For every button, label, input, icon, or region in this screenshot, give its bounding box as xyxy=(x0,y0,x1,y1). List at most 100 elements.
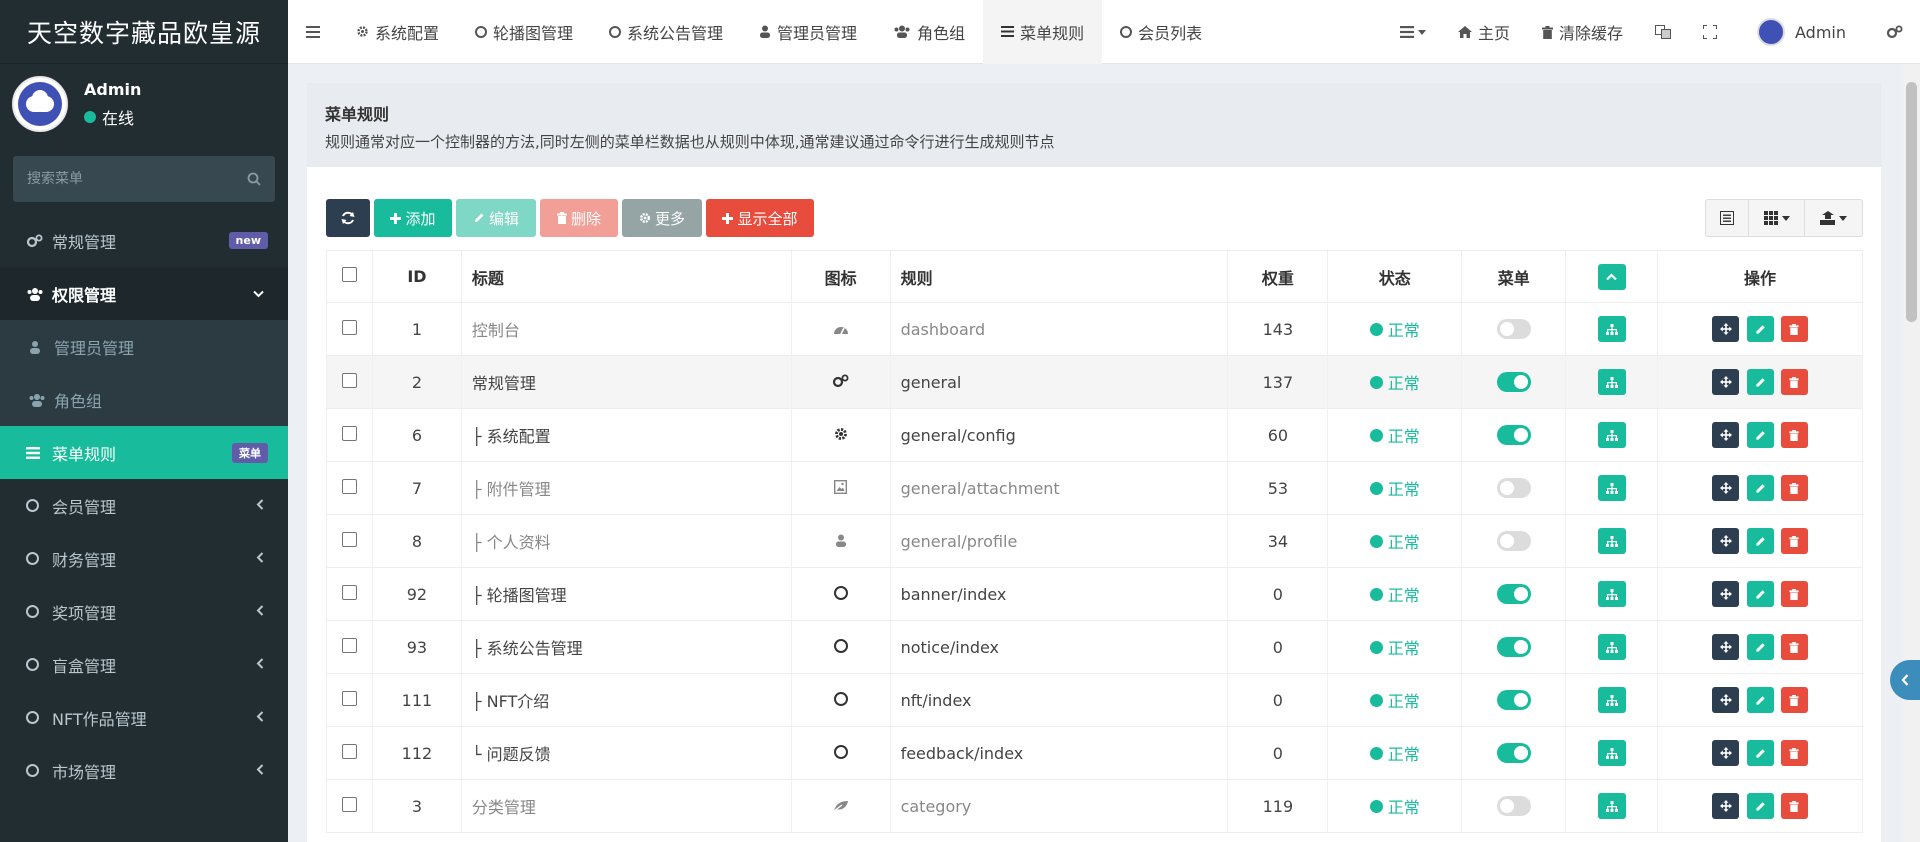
row-edit-button[interactable] xyxy=(1746,475,1774,501)
row-edit-button[interactable] xyxy=(1746,687,1774,713)
toggle-view-button[interactable] xyxy=(1705,199,1749,237)
sitemap-button[interactable] xyxy=(1597,634,1626,660)
menu-toggle[interactable] xyxy=(1496,372,1531,393)
sidebar-item-blindbox[interactable]: 盲盒管理 xyxy=(0,638,288,691)
sitemap-button[interactable] xyxy=(1597,581,1626,607)
row-checkbox[interactable] xyxy=(341,743,357,759)
row-edit-button[interactable] xyxy=(1746,369,1774,395)
table-row[interactable]: 111 ├ NFT介绍 nft/index 0 正常 xyxy=(326,673,1863,727)
sitemap-button[interactable] xyxy=(1597,687,1626,713)
home-link[interactable]: 主页 xyxy=(1442,0,1526,64)
menu-toggle[interactable] xyxy=(1496,796,1531,817)
edit-button[interactable]: 编辑 xyxy=(456,199,536,237)
table-row[interactable]: 3 分类管理 category 119 正常 xyxy=(326,779,1863,833)
sidebar-item-general[interactable]: 常规管理 new xyxy=(0,214,288,267)
tab-banner[interactable]: 轮播图管理 xyxy=(457,0,591,64)
row-checkbox[interactable] xyxy=(341,319,357,335)
sitemap-button[interactable] xyxy=(1597,528,1626,554)
table-row[interactable]: 112 └ 问题反馈 feedback/index 0 正常 xyxy=(326,726,1863,780)
table-row[interactable]: 93 ├ 系统公告管理 notice/index 0 正常 xyxy=(326,620,1863,674)
control-sidebar-toggle[interactable] xyxy=(1890,660,1920,700)
table-row[interactable]: 2 常规管理 general 137 正常 xyxy=(326,355,1863,409)
add-button[interactable]: 添加 xyxy=(374,199,452,237)
row-delete-button[interactable] xyxy=(1780,793,1808,819)
tab-admin[interactable]: 管理员管理 xyxy=(741,0,875,64)
drag-button[interactable] xyxy=(1712,581,1740,607)
brand-logo[interactable]: 天空数字藏品欧皇源 xyxy=(0,0,288,64)
tab-group[interactable]: 角色组 xyxy=(875,0,983,64)
sidebar-item-admin[interactable]: 管理员管理 xyxy=(0,320,288,373)
sidebar-item-prize[interactable]: 奖项管理 xyxy=(0,585,288,638)
drag-button[interactable] xyxy=(1712,369,1740,395)
sidebar-item-auth[interactable]: 权限管理 xyxy=(0,267,288,320)
header-menu[interactable]: 菜单 xyxy=(1461,250,1567,303)
sitemap-button[interactable] xyxy=(1597,793,1626,819)
user-menu[interactable]: Admin xyxy=(1733,0,1870,64)
drag-button[interactable] xyxy=(1712,687,1740,713)
scrollbar-thumb[interactable] xyxy=(1906,82,1917,322)
menu-toggle[interactable] xyxy=(1496,690,1531,711)
header-rule[interactable]: 规则 xyxy=(889,250,1229,303)
menu-toggle[interactable] xyxy=(1496,637,1531,658)
sitemap-button[interactable] xyxy=(1597,369,1626,395)
drag-button[interactable] xyxy=(1712,316,1740,342)
row-delete-button[interactable] xyxy=(1780,475,1808,501)
header-status[interactable]: 状态 xyxy=(1327,250,1463,303)
columns-button[interactable] xyxy=(1749,199,1805,237)
table-row[interactable]: 7 ├ 附件管理 general/attachment 53 正常 xyxy=(326,461,1863,515)
show-all-button[interactable]: 显示全部 xyxy=(706,199,814,237)
drag-button[interactable] xyxy=(1712,528,1740,554)
language-button[interactable] xyxy=(1639,0,1687,64)
table-row[interactable]: 8 ├ 个人资料 general/profile 34 正常 xyxy=(326,514,1863,568)
sidebar-item-rule[interactable]: 菜单规则 菜单 xyxy=(0,426,288,479)
drag-button[interactable] xyxy=(1712,475,1740,501)
sitemap-button[interactable] xyxy=(1597,316,1626,342)
table-row[interactable]: 6 ├ 系统配置 general/config 60 正常 xyxy=(326,408,1863,462)
menu-toggle[interactable] xyxy=(1496,425,1531,446)
row-checkbox[interactable] xyxy=(341,531,357,547)
sidebar-item-nft[interactable]: NFT作品管理 xyxy=(0,691,288,744)
drag-button[interactable] xyxy=(1712,793,1740,819)
clear-cache-button[interactable]: 清除缓存 xyxy=(1526,0,1639,64)
sitemap-button[interactable] xyxy=(1597,422,1626,448)
row-edit-button[interactable] xyxy=(1746,581,1774,607)
menu-toggle[interactable] xyxy=(1496,743,1531,764)
delete-button[interactable]: 删除 xyxy=(540,199,618,237)
header-id[interactable]: ID xyxy=(371,250,462,303)
sidebar-item-member[interactable]: 会员管理 xyxy=(0,479,288,532)
select-all-checkbox[interactable] xyxy=(341,267,357,282)
drag-button[interactable] xyxy=(1712,634,1740,660)
row-checkbox[interactable] xyxy=(341,637,357,653)
menu-toggle[interactable] xyxy=(1496,584,1531,605)
search-icon[interactable] xyxy=(247,172,261,186)
sidebar-item-group[interactable]: 角色组 xyxy=(0,373,288,426)
row-checkbox[interactable] xyxy=(341,478,357,494)
header-weight[interactable]: 权重 xyxy=(1227,250,1329,303)
tab-rule[interactable]: 菜单规则 xyxy=(983,0,1103,64)
row-checkbox[interactable] xyxy=(341,796,357,812)
row-delete-button[interactable] xyxy=(1780,369,1808,395)
menu-toggle[interactable] xyxy=(1496,531,1531,552)
tab-config[interactable]: 系统配置 xyxy=(338,0,457,64)
settings-button[interactable] xyxy=(1870,0,1920,64)
row-delete-button[interactable] xyxy=(1780,740,1808,766)
page-scrollbar[interactable] xyxy=(1903,64,1920,842)
row-delete-button[interactable] xyxy=(1780,528,1808,554)
collapse-all-button[interactable] xyxy=(1597,263,1626,290)
tab-notice[interactable]: 系统公告管理 xyxy=(591,0,741,64)
sidebar-item-market[interactable]: 市场管理 xyxy=(0,744,288,797)
sitemap-button[interactable] xyxy=(1597,740,1626,766)
menu-toggle[interactable] xyxy=(1496,319,1531,340)
row-delete-button[interactable] xyxy=(1780,687,1808,713)
row-checkbox[interactable] xyxy=(341,425,357,441)
row-delete-button[interactable] xyxy=(1780,634,1808,660)
export-button[interactable] xyxy=(1805,199,1863,237)
row-edit-button[interactable] xyxy=(1746,528,1774,554)
refresh-button[interactable] xyxy=(326,199,370,237)
row-edit-button[interactable] xyxy=(1746,422,1774,448)
row-checkbox[interactable] xyxy=(341,372,357,388)
table-row[interactable]: 92 ├ 轮播图管理 banner/index 0 正常 xyxy=(326,567,1863,621)
row-checkbox[interactable] xyxy=(341,584,357,600)
row-edit-button[interactable] xyxy=(1746,316,1774,342)
header-title[interactable]: 标题 xyxy=(460,250,792,303)
